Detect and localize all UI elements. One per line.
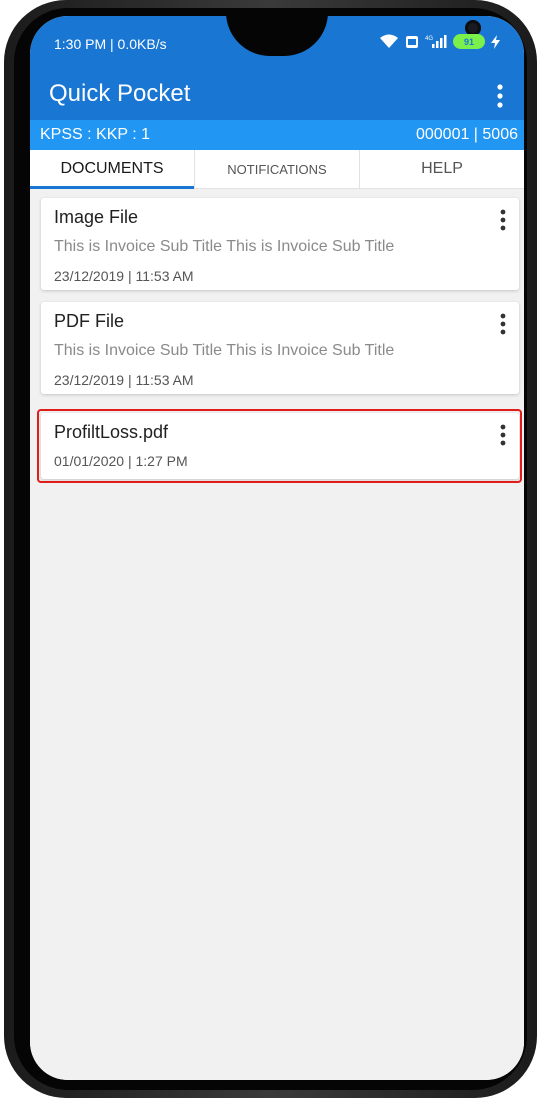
more-vert-icon[interactable]	[495, 208, 511, 234]
svg-text:4G: 4G	[425, 36, 433, 42]
tab-help-label: HELP	[421, 160, 463, 177]
document-card[interactable]: Image File This is Invoice Sub Title Thi…	[41, 198, 519, 290]
screen: 1:30 PM | 0.0KB/s 4G 91 Quick Pocket KPS…	[30, 16, 524, 1080]
battery-icon: 91	[453, 34, 485, 49]
app-title: Quick Pocket	[49, 80, 191, 107]
status-icons: 4G 91	[379, 34, 500, 49]
phone-frame: 1:30 PM | 0.0KB/s 4G 91 Quick Pocket KPS…	[4, 0, 537, 1098]
status-time: 1:30 PM | 0.0KB/s	[54, 36, 167, 52]
more-vert-icon[interactable]	[495, 312, 511, 338]
volte-icon	[406, 35, 418, 48]
document-subtitle: This is Invoice Sub Title This is Invoic…	[54, 342, 395, 359]
info-bar: KPSS : KKP : 1 000001 | 5006	[30, 120, 524, 150]
signal-icon: 4G	[425, 35, 447, 48]
charging-icon	[491, 34, 500, 49]
tab-documents[interactable]: DOCUMENTS	[30, 150, 195, 189]
info-left-text: KPSS : KKP : 1	[40, 126, 150, 143]
tab-notifications-label: NOTIFICATIONS	[227, 161, 327, 177]
tab-notifications[interactable]: NOTIFICATIONS	[195, 150, 360, 188]
document-date: 23/12/2019 | 11:53 AM	[54, 268, 194, 284]
documents-list: Image File This is Invoice Sub Title Thi…	[30, 189, 524, 1080]
document-title: PDF File	[54, 311, 125, 331]
tab-help[interactable]: HELP	[360, 150, 524, 188]
display-notch	[226, 16, 481, 56]
highlight-outline	[37, 409, 522, 483]
document-date: 23/12/2019 | 11:53 AM	[54, 372, 194, 388]
document-subtitle: This is Invoice Sub Title This is Invoic…	[54, 238, 395, 255]
status-bar: 1:30 PM | 0.0KB/s 4G 91	[30, 16, 524, 72]
wifi-icon	[380, 34, 398, 48]
battery-level: 91	[463, 36, 474, 47]
tab-bar: DOCUMENTS NOTIFICATIONS HELP	[30, 150, 524, 189]
tab-documents-label: DOCUMENTS	[60, 160, 164, 177]
document-card[interactable]: PDF File This is Invoice Sub Title This …	[41, 302, 519, 394]
info-right-text: 000001 | 5006	[415, 126, 518, 143]
app-bar: Quick Pocket	[30, 72, 524, 120]
more-vert-icon[interactable]	[490, 82, 510, 110]
document-title: Image File	[54, 207, 139, 227]
